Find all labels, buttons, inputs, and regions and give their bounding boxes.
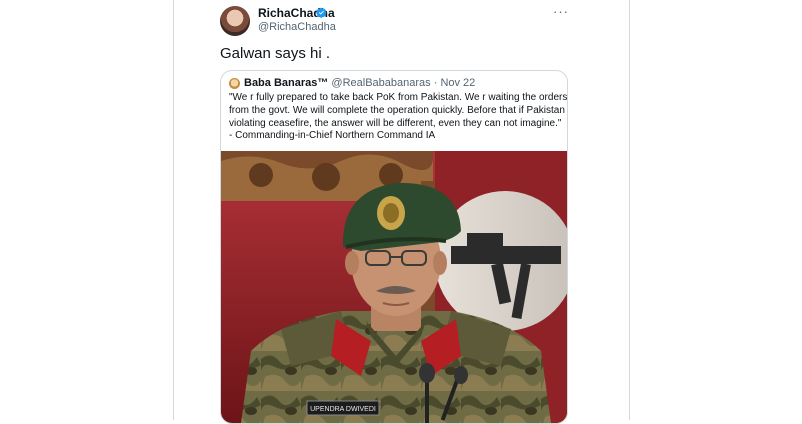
verified-badge-icon — [316, 7, 327, 18]
quoted-text-line: from the govt. We will complete the oper… — [229, 104, 568, 116]
quoted-tweet-text: "We r fully prepared to take back PoK fr… — [229, 92, 568, 143]
quoted-text-line: "We r fully prepared to take back PoK fr… — [229, 92, 568, 103]
quoted-author-name: Baba Banaras™ — [244, 77, 329, 89]
quoted-tweet-header: Baba Banaras™ @RealBababanaras · Nov 22 — [244, 77, 475, 89]
quoted-author-avatar — [229, 78, 240, 89]
quoted-tweet-photo[interactable]: UPENDRA DWIVEDI — [221, 151, 567, 423]
uniform-nameplate: UPENDRA DWIVEDI — [310, 406, 376, 413]
quoted-text-line: violating ceasefire, the answer will be … — [229, 117, 562, 129]
quoted-tweet[interactable]: Baba Banaras™ @RealBababanaras · Nov 22 … — [220, 70, 568, 424]
tweet-text: Galwan says hi . — [220, 45, 331, 62]
author-handle[interactable]: @RichaChadha — [258, 21, 336, 33]
officer-photo: UPENDRA DWIVEDI — [221, 151, 567, 423]
quoted-author-meta: @RealBababanaras · Nov 22 — [328, 77, 476, 89]
author-avatar[interactable] — [220, 6, 250, 36]
more-horizontal-icon[interactable]: ··· — [553, 4, 569, 19]
quoted-text-line: - Commanding-in-Chief Northern Command I… — [229, 130, 436, 142]
